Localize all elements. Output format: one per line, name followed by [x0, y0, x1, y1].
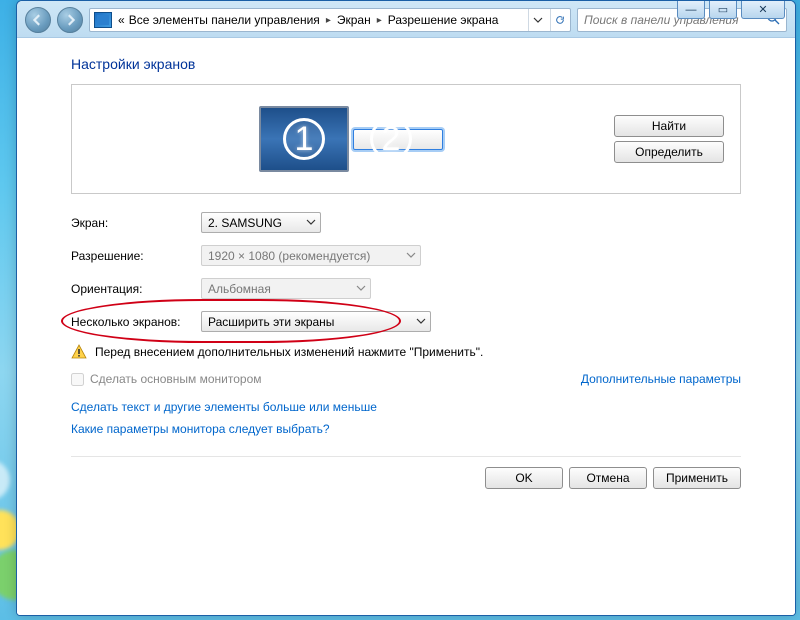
cancel-button[interactable]: Отмена [569, 467, 647, 489]
monitor-number: 1 [283, 118, 325, 160]
warning-row: Перед внесением дополнительных изменений… [71, 344, 741, 360]
apply-button[interactable]: Применить [653, 467, 741, 489]
chevron-down-icon [356, 283, 366, 293]
chevron-down-icon [406, 250, 416, 260]
chevron-right-icon: ▸ [322, 15, 335, 26]
close-button[interactable]: ✕ [741, 1, 785, 19]
control-panel-window: — ▭ ✕ « Все элементы панели управления ▸… [16, 0, 796, 616]
nav-forward-button[interactable] [57, 7, 83, 33]
make-primary-checkbox-input [71, 373, 84, 386]
monitors-preview-panel: 1 2 Найти Определить [71, 84, 741, 194]
find-displays-button[interactable]: Найти [614, 115, 724, 137]
multiple-displays-select[interactable]: Расширить эти экраны [201, 311, 431, 332]
content-area: Настройки экранов 1 2 Найти Определить Э… [17, 38, 795, 615]
window-controls: — ▭ ✕ [677, 1, 785, 21]
screen-label: Экран: [71, 216, 201, 230]
orientation-label: Ориентация: [71, 282, 201, 296]
monitor-2-selected[interactable]: 2 [353, 129, 443, 150]
advanced-settings-link[interactable]: Дополнительные параметры [581, 372, 741, 386]
nav-back-button[interactable] [25, 7, 51, 33]
address-bar[interactable]: « Все элементы панели управления ▸ Экран… [89, 8, 571, 32]
breadcrumb-prefix: « [116, 13, 127, 27]
chevron-down-icon [533, 15, 543, 25]
refresh-button[interactable] [550, 9, 568, 31]
resolution-select[interactable]: 1920 × 1080 (рекомендуется) [201, 245, 421, 266]
settings-form: Экран: 2. SAMSUNG Разрешение: 1920 × 108… [71, 212, 741, 489]
monitor-help-link[interactable]: Какие параметры монитора следует выбрать… [71, 422, 741, 436]
display-icon [94, 12, 112, 28]
warning-icon [71, 344, 87, 360]
maximize-button[interactable]: ▭ [709, 1, 737, 19]
monitor-number: 2 [370, 118, 412, 160]
breadcrumb-item[interactable]: Разрешение экрана [386, 13, 501, 27]
warning-text: Перед внесением дополнительных изменений… [95, 345, 483, 359]
multiple-displays-label: Несколько экранов: [71, 315, 201, 329]
breadcrumb-item[interactable]: Все элементы панели управления [127, 13, 322, 27]
address-dropdown-button[interactable] [528, 9, 546, 31]
monitor-1[interactable]: 1 [259, 106, 349, 172]
separator [71, 456, 741, 457]
resolution-label: Разрешение: [71, 249, 201, 263]
breadcrumb: « Все элементы панели управления ▸ Экран… [116, 13, 500, 27]
arrow-right-icon [64, 14, 76, 26]
make-primary-label: Сделать основным монитором [90, 372, 262, 386]
identify-displays-button[interactable]: Определить [614, 141, 724, 163]
text-size-link[interactable]: Сделать текст и другие элементы больше и… [71, 400, 741, 414]
make-primary-checkbox: Сделать основным монитором [71, 372, 262, 386]
chevron-right-icon: ▸ [373, 15, 386, 26]
arrow-left-icon [32, 14, 44, 26]
breadcrumb-item[interactable]: Экран [335, 13, 373, 27]
ok-button[interactable]: OK [485, 467, 563, 489]
refresh-icon [555, 15, 565, 25]
monitors-preview-area[interactable]: 1 2 [88, 106, 614, 172]
minimize-button[interactable]: — [677, 1, 705, 19]
page-title: Настройки экранов [71, 56, 741, 72]
screen-select[interactable]: 2. SAMSUNG [201, 212, 321, 233]
orientation-select[interactable]: Альбомная [201, 278, 371, 299]
dialog-actions: OK Отмена Применить [71, 467, 741, 489]
chevron-down-icon [306, 217, 316, 227]
chevron-down-icon [416, 316, 426, 326]
